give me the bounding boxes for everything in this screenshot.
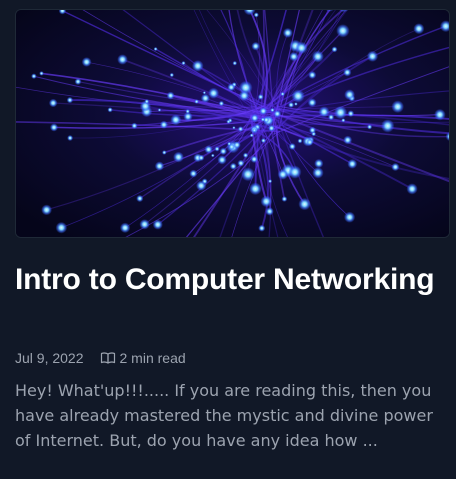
post-date: Jul 9, 2022 — [15, 350, 84, 366]
book-icon — [100, 352, 115, 364]
read-time-label: 2 min read — [119, 350, 186, 366]
read-time: 2 min read — [100, 348, 186, 368]
post-title[interactable]: Intro to Computer Networking — [15, 262, 435, 298]
cover-image[interactable] — [15, 9, 450, 238]
post-excerpt: Hey! What'up!!!..... If you are reading … — [15, 381, 433, 450]
fiber-optic-image — [16, 10, 449, 237]
post-meta: Jul 9, 2022 2 min read — [15, 348, 186, 368]
blog-post-card[interactable]: Intro to Computer Networking Jul 9, 2022… — [0, 0, 456, 479]
